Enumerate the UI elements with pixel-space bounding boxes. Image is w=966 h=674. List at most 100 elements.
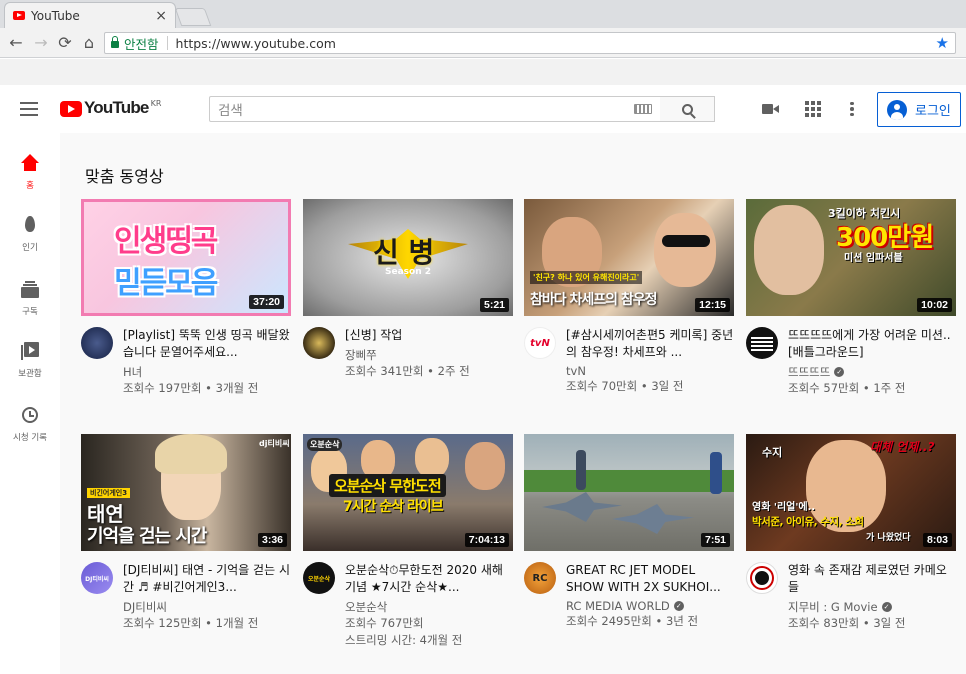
video-thumbnail[interactable]: 오분순삭 오분순삭 무한도전 7시간 순삭 라이브 7:04:13 <box>303 434 513 551</box>
video-card[interactable]: 오분순삭 오분순삭 무한도전 7시간 순삭 라이브 7:04:13 오분순삭 오… <box>303 434 513 649</box>
back-arrow-icon[interactable]: ← <box>6 33 26 53</box>
video-title[interactable]: [#삼시세끼어촌편5 케미록] 중년의 참우정! 차세프와 ... <box>566 327 734 361</box>
youtube-favicon-icon <box>13 11 25 20</box>
browser-bookmark-area <box>0 59 966 85</box>
video-stats: 조회수 2495만회 • 3년 전 <box>566 614 699 628</box>
new-tab-button[interactable] <box>174 8 212 26</box>
video-card[interactable]: '친구? 하나 있어 유해진이라고' 참바다 차세프의 참우정 12:15 tv… <box>524 199 734 395</box>
video-title[interactable]: [Playlist] 뚝뚝 인생 띵곡 배달왔습니다 문열어주세요... <box>123 327 291 361</box>
upload-age: 3년 전 <box>665 614 699 628</box>
channel-name-text: H녀 <box>123 365 143 379</box>
channel-name[interactable]: 오분순삭 <box>345 599 513 615</box>
upload-age: 3개월 전 <box>215 381 259 395</box>
video-card[interactable]: 수지 대체 언제..? 영화 '리얼'에.. 박서준, 아이유, 수지, 소희 … <box>746 434 956 632</box>
video-title[interactable]: [DJ티비씨] 태연 - 기억을 걷는 시간 ♬ #비긴어게인3... <box>123 562 291 596</box>
browser-tab[interactable]: YouTube × <box>4 2 176 28</box>
sidebar-item-history[interactable]: 시청 기록 <box>0 405 60 443</box>
channel-avatar[interactable] <box>81 327 113 359</box>
thumbnail-caption: 박서준, 아이유, 수지, 소희 <box>752 516 864 528</box>
video-title[interactable]: 뜨뜨뜨뜨에게 가장 어려운 미션.. [배틀그라운드] <box>788 327 956 361</box>
channel-name-text: tvN <box>566 364 586 378</box>
video-title[interactable]: GREAT RC JET MODEL SHOW WITH 2X SUKHOI..… <box>566 562 734 596</box>
youtube-logo[interactable]: YouTube KR <box>60 98 161 118</box>
channel-name[interactable]: 뜨뜨뜨뜨 ✓ <box>788 364 956 380</box>
channel-avatar[interactable]: DJ티비씨 <box>81 562 113 594</box>
hamburger-menu-icon[interactable] <box>20 102 38 116</box>
channel-avatar[interactable] <box>746 327 778 359</box>
youtube-header: YouTube KR 검색 로그인 <box>0 85 966 133</box>
view-count: 조회수 70만회 <box>566 379 638 393</box>
view-count: 조회수 125만회 <box>123 616 202 630</box>
channel-avatar[interactable] <box>303 327 335 359</box>
url-text[interactable]: https://www.youtube.com <box>176 36 936 51</box>
apps-grid-icon[interactable] <box>803 99 823 119</box>
upload-age: 2주 전 <box>437 364 470 378</box>
bookmark-star-icon[interactable]: ★ <box>936 34 949 52</box>
channel-name[interactable]: DJ티비씨 <box>123 599 291 615</box>
thumbnail-caption: 인생띵곡 <box>114 224 218 259</box>
thumbnail-caption: 오분순삭 <box>307 438 343 451</box>
video-card[interactable]: dj티비씨 비긴어게인3 태연 기억을 걷는 시간 3:36 DJ티비씨 [DJ… <box>81 434 291 632</box>
view-count: 조회수 341만회 <box>345 364 424 378</box>
channel-avatar[interactable]: 오분순삭 <box>303 562 335 594</box>
sidebar-item-trending[interactable]: 인기 <box>0 215 60 253</box>
sidebar-item-label: 홈 <box>26 181 34 191</box>
duration-badge: 3:36 <box>257 533 287 547</box>
person-face <box>754 205 824 295</box>
home-icon[interactable]: ⌂ <box>79 33 99 53</box>
view-count: 조회수 83만회 <box>788 616 860 630</box>
channel-name-text: 뜨뜨뜨뜨 <box>788 365 831 379</box>
video-thumbnail[interactable]: 수지 대체 언제..? 영화 '리얼'에.. 박서준, 아이유, 수지, 소희 … <box>746 434 956 551</box>
reload-icon[interactable]: ⟳ <box>55 33 75 53</box>
view-count: 조회수 57만회 <box>788 381 860 395</box>
sidebar-item-label: 보관함 <box>18 369 42 379</box>
video-thumbnail[interactable]: 신 병 Season 2 5:21 <box>303 199 513 316</box>
verified-check-icon: ✓ <box>834 367 845 377</box>
more-vertical-icon[interactable] <box>842 99 862 119</box>
login-button[interactable]: 로그인 <box>877 92 961 127</box>
channel-name[interactable]: 장삐쭈 <box>345 347 513 363</box>
create-video-icon[interactable] <box>761 99 781 119</box>
video-card[interactable]: 인생띵곡 믿듣모음 37:20 [Playlist] 뚝뚝 인생 띵곡 배달왔습… <box>81 199 291 397</box>
thumbnail-caption: 가 나왔었다 <box>866 533 911 543</box>
channel-avatar[interactable]: RC <box>524 562 556 594</box>
hair <box>155 434 227 474</box>
keyboard-icon[interactable] <box>634 104 652 114</box>
browser-tab-strip: YouTube × <box>0 0 966 28</box>
sidebar-item-subscriptions[interactable]: 구독 <box>0 279 60 317</box>
channel-name[interactable]: tvN <box>566 364 734 378</box>
channel-name[interactable]: 지무비 : G Movie ✓ <box>788 599 956 615</box>
channel-avatar[interactable]: tvN <box>524 327 556 359</box>
channel-name-text: 장삐쭈 <box>345 348 377 362</box>
thumbnail-caption: 오분순삭 무한도전 <box>329 474 446 497</box>
sidebar-item-library[interactable]: 보관함 <box>0 341 60 379</box>
youtube-play-icon <box>60 101 82 117</box>
video-thumbnail[interactable]: '친구? 하나 있어 유해진이라고' 참바다 차세프의 참우정 12:15 <box>524 199 734 316</box>
video-thumbnail[interactable]: dj티비씨 비긴어게인3 태연 기억을 걷는 시간 3:36 <box>81 434 291 551</box>
sidebar-item-home[interactable]: 홈 <box>0 153 60 191</box>
duration-badge: 5:21 <box>479 298 509 312</box>
video-card[interactable]: 3킬이하 치킨시 300만원 미션 임파서블 10:02 뜨뜨뜨뜨에게 가장 어… <box>746 199 956 397</box>
channel-name-text: 지무비 : G Movie <box>788 600 878 614</box>
address-bar[interactable]: 안전함 https://www.youtube.com ★ <box>104 32 956 54</box>
tab-close-icon[interactable]: × <box>155 8 167 24</box>
search-input[interactable]: 검색 <box>209 96 661 122</box>
video-thumbnail[interactable]: 7:51 <box>524 434 734 551</box>
forward-arrow-icon[interactable]: → <box>31 33 51 53</box>
video-thumbnail[interactable]: 인생띵곡 믿듣모음 37:20 <box>81 199 291 316</box>
video-stats: 조회수 341만회 • 2주 전 <box>345 364 470 378</box>
home-icon <box>20 153 40 173</box>
video-stats: 조회수 70만회 • 3일 전 <box>566 379 684 393</box>
channel-name[interactable]: H녀 <box>123 364 291 380</box>
video-title[interactable]: 오분순삭⏱무한도전 2020 새해 기념 ★7시간 순삭★... <box>345 562 513 596</box>
channel-name[interactable]: RC MEDIA WORLD ✓ <box>566 599 734 613</box>
video-card[interactable]: 신 병 Season 2 5:21 [신병] 작업 장삐쭈 조회수 341만회 … <box>303 199 513 380</box>
search-button[interactable] <box>660 96 715 122</box>
channel-avatar[interactable] <box>746 562 778 594</box>
channel-name-text: DJ티비씨 <box>123 600 167 614</box>
thumbnail-caption: 참바다 차세프의 참우정 <box>530 292 658 308</box>
video-title[interactable]: [신병] 작업 <box>345 327 513 344</box>
video-title[interactable]: 영화 속 존재감 제로였던 카메오들 <box>788 562 956 596</box>
video-card[interactable]: 7:51 RC GREAT RC JET MODEL SHOW WITH 2X … <box>524 434 734 630</box>
video-thumbnail[interactable]: 3킬이하 치킨시 300만원 미션 임파서블 10:02 <box>746 199 956 316</box>
